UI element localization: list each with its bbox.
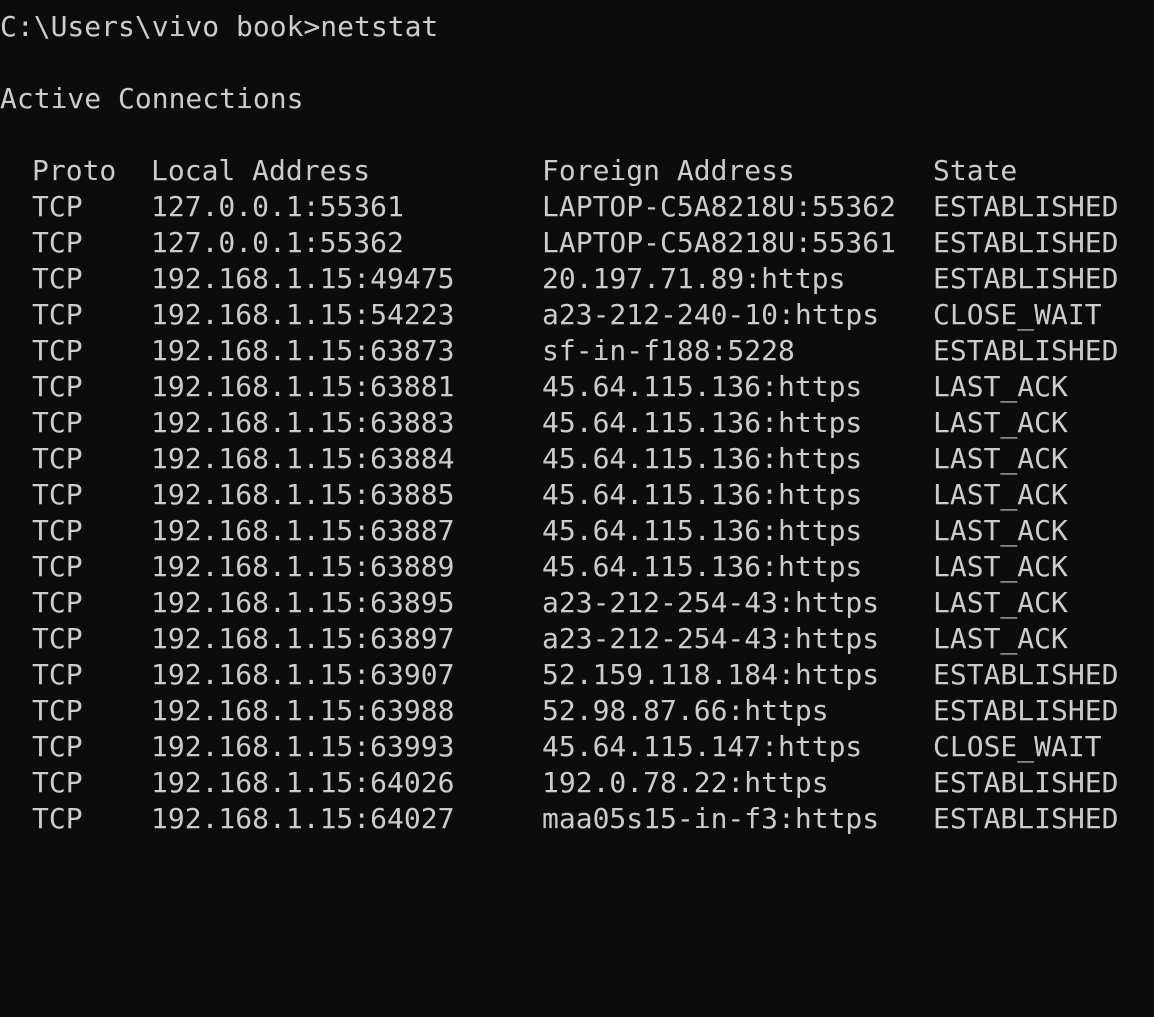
row-proto: TCP [32, 550, 83, 583]
table-row: TCP 192.168.1.15:64027 maa05s15-in-f3:ht… [0, 801, 1154, 837]
row-state: LAST_ACK [933, 586, 1068, 619]
row-proto: TCP [32, 442, 83, 475]
table-row: TCP 192.168.1.15:63895 a23-212-254-43:ht… [0, 585, 1154, 621]
row-foreign-address: 45.64.115.136:https [542, 442, 863, 475]
row-local-address: 192.168.1.15:63897 [151, 622, 455, 655]
row-local-address: 192.168.1.15:63885 [151, 478, 455, 511]
row-foreign-address: 45.64.115.136:https [542, 370, 863, 403]
row-state: ESTABLISHED [933, 694, 1119, 727]
table-row: TCP 192.168.1.15:63883 45.64.115.136:htt… [0, 405, 1154, 441]
row-local-address: 192.168.1.15:63884 [151, 442, 455, 475]
row-state: CLOSE_WAIT [933, 730, 1102, 763]
row-local-address: 192.168.1.15:63887 [151, 514, 455, 547]
row-foreign-address: 192.0.78.22:https [542, 766, 829, 799]
row-foreign-address: 52.98.87.66:https [542, 694, 829, 727]
section-title: Active Connections [0, 82, 304, 115]
prompt-line: C:\Users\vivo book>netstat [0, 10, 439, 43]
row-foreign-address: a23-212-254-43:https [542, 622, 880, 655]
row-local-address: 192.168.1.15:49475 [151, 262, 455, 295]
row-local-address: 192.168.1.15:63889 [151, 550, 455, 583]
table-row: TCP 192.168.1.15:63885 45.64.115.136:htt… [0, 477, 1154, 513]
table-row: TCP 192.168.1.15:63907 52.159.118.184:ht… [0, 657, 1154, 693]
row-foreign-address: 45.64.115.136:https [542, 550, 863, 583]
row-local-address: 192.168.1.15:54223 [151, 298, 455, 331]
row-state: LAST_ACK [933, 370, 1068, 403]
row-foreign-address: a23-212-254-43:https [542, 586, 880, 619]
row-foreign-address: LAPTOP-C5A8218U:55362 [542, 190, 897, 223]
row-proto: TCP [32, 766, 83, 799]
row-proto: TCP [32, 694, 83, 727]
row-state: CLOSE_WAIT [933, 298, 1102, 331]
row-proto: TCP [32, 802, 83, 835]
row-proto: TCP [32, 586, 83, 619]
row-proto: TCP [32, 298, 83, 331]
table-header: Proto Local Address Foreign Address Stat… [0, 153, 1154, 189]
row-proto: TCP [32, 730, 83, 763]
row-foreign-address: 45.64.115.136:https [542, 478, 863, 511]
table-row: TCP 192.168.1.15:63988 52.98.87.66:https… [0, 693, 1154, 729]
row-state: LAST_ACK [933, 478, 1068, 511]
table-row: TCP 192.168.1.15:63884 45.64.115.136:htt… [0, 441, 1154, 477]
row-local-address: 192.168.1.15:64026 [151, 766, 455, 799]
row-foreign-address: 45.64.115.136:https [542, 406, 863, 439]
header-local-address: Local Address [151, 154, 371, 187]
row-proto: TCP [32, 226, 83, 259]
header-state: State [933, 154, 1018, 187]
row-proto: TCP [32, 478, 83, 511]
row-state: ESTABLISHED [933, 190, 1119, 223]
row-state: LAST_ACK [933, 442, 1068, 475]
row-state: LAST_ACK [933, 550, 1068, 583]
row-foreign-address: sf-in-f188:5228 [542, 334, 795, 367]
row-foreign-address: 45.64.115.136:https [542, 514, 863, 547]
row-state: ESTABLISHED [933, 226, 1119, 259]
row-state: LAST_ACK [933, 406, 1068, 439]
row-local-address: 192.168.1.15:63883 [151, 406, 455, 439]
row-state: ESTABLISHED [933, 262, 1119, 295]
row-proto: TCP [32, 406, 83, 439]
table-row: TCP 127.0.0.1:55362 LAPTOP-C5A8218U:5536… [0, 225, 1154, 261]
row-proto: TCP [32, 622, 83, 655]
row-local-address: 192.168.1.15:63907 [151, 658, 455, 691]
row-local-address: 192.168.1.15:63895 [151, 586, 455, 619]
row-local-address: 127.0.0.1:55362 [151, 226, 404, 259]
table-row: TCP 192.168.1.15:63889 45.64.115.136:htt… [0, 549, 1154, 585]
table-row: TCP 192.168.1.15:63993 45.64.115.147:htt… [0, 729, 1154, 765]
row-state: ESTABLISHED [933, 766, 1119, 799]
row-local-address: 192.168.1.15:63988 [151, 694, 455, 727]
row-proto: TCP [32, 190, 83, 223]
row-foreign-address: LAPTOP-C5A8218U:55361 [542, 226, 897, 259]
row-proto: TCP [32, 334, 83, 367]
row-state: ESTABLISHED [933, 658, 1119, 691]
row-proto: TCP [32, 658, 83, 691]
row-foreign-address: 52.159.118.184:https [542, 658, 880, 691]
row-state: ESTABLISHED [933, 802, 1119, 835]
table-row: TCP 192.168.1.15:63873 sf-in-f188:5228 E… [0, 333, 1154, 369]
terminal-window[interactable]: C:\Users\vivo book>netstat Active Connec… [0, 0, 1154, 846]
row-proto: TCP [32, 370, 83, 403]
row-proto: TCP [32, 514, 83, 547]
table-row: TCP 192.168.1.15:63887 45.64.115.136:htt… [0, 513, 1154, 549]
row-foreign-address: maa05s15-in-f3:https [542, 802, 880, 835]
row-local-address: 192.168.1.15:63873 [151, 334, 455, 367]
row-state: LAST_ACK [933, 514, 1068, 547]
table-row: TCP 127.0.0.1:55361 LAPTOP-C5A8218U:5536… [0, 189, 1154, 225]
row-local-address: 127.0.0.1:55361 [151, 190, 404, 223]
row-proto: TCP [32, 262, 83, 295]
row-local-address: 192.168.1.15:64027 [151, 802, 455, 835]
row-state: ESTABLISHED [933, 334, 1119, 367]
row-state: LAST_ACK [933, 622, 1068, 655]
row-foreign-address: 20.197.71.89:https [542, 262, 846, 295]
header-foreign-address: Foreign Address [542, 154, 795, 187]
row-foreign-address: a23-212-240-10:https [542, 298, 880, 331]
table-row: TCP 192.168.1.15:63897 a23-212-254-43:ht… [0, 621, 1154, 657]
table-row: TCP 192.168.1.15:49475 20.197.71.89:http… [0, 261, 1154, 297]
row-local-address: 192.168.1.15:63881 [151, 370, 455, 403]
row-foreign-address: 45.64.115.147:https [542, 730, 863, 763]
table-row: TCP 192.168.1.15:64026 192.0.78.22:https… [0, 765, 1154, 801]
table-row: TCP 192.168.1.15:54223 a23-212-240-10:ht… [0, 297, 1154, 333]
table-row: TCP 192.168.1.15:63881 45.64.115.136:htt… [0, 369, 1154, 405]
row-local-address: 192.168.1.15:63993 [151, 730, 455, 763]
header-proto: Proto [32, 154, 117, 187]
